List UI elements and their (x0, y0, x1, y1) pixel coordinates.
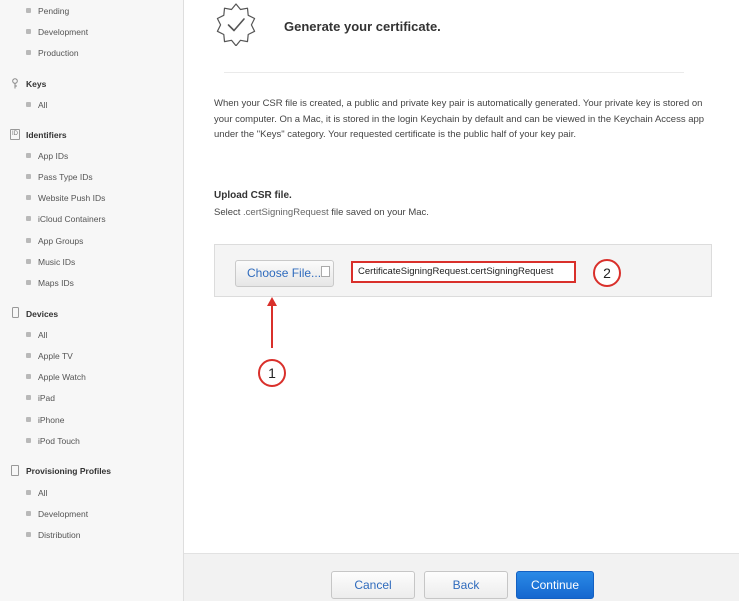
sidebar-item-website-push-ids[interactable]: Website Push IDs (25, 191, 105, 205)
sidebar-item-icloud-containers[interactable]: iCloud Containers (26, 212, 106, 226)
sidebar-item-ipod-touch[interactable]: iPod Touch (26, 434, 80, 448)
upload-instructions-prefix: Select (214, 207, 244, 218)
sidebar-item-maps-ids[interactable]: Maps IDs (26, 276, 74, 290)
intro-text: When your CSR file is created, a public … (214, 98, 705, 140)
divider (224, 72, 684, 73)
footer-bar: Cancel Back Continue (184, 553, 739, 601)
back-button[interactable]: Back (424, 571, 508, 599)
id-card-icon: ID (10, 129, 20, 140)
sidebar-section-provisioning-profiles[interactable]: Provisioning Profiles (26, 464, 111, 478)
step-2-annotation: 2 (593, 259, 621, 287)
sidebar-item-keys-all[interactable]: All (25, 98, 47, 112)
sidebar-item-music-ids[interactable]: Music IDs (25, 255, 75, 269)
sidebar-item-apple-watch[interactable]: Apple Watch (26, 370, 86, 384)
upload-section-title: Upload CSR file. (214, 190, 292, 201)
selected-filename: CertificateSigningRequest.certSigningReq… (351, 261, 576, 283)
key-icon (10, 78, 20, 89)
sidebar-item-iphone[interactable]: iPhone (25, 413, 64, 427)
file-extension-text: .certSigningRequest (243, 207, 329, 218)
sidebar-item-pass-type-ids[interactable]: Pass Type IDs (26, 170, 93, 184)
cancel-button[interactable]: Cancel (331, 571, 415, 599)
page-title: Generate your certificate. (284, 19, 441, 34)
sidebar-section-keys[interactable]: Keys (26, 77, 46, 91)
sidebar-section-identifiers[interactable]: Identifiers (26, 128, 67, 142)
upload-instructions-suffix: file saved on your Mac. (328, 207, 429, 218)
sidebar-item-certificates-pending[interactable]: Pending (25, 4, 69, 18)
document-icon (11, 465, 19, 476)
upload-instructions: Select .certSigningRequest file saved on… (214, 207, 429, 218)
sidebar-item-devices-all[interactable]: All (25, 328, 47, 342)
device-icon (12, 307, 19, 318)
sidebar-item-apple-tv[interactable]: Apple TV (26, 349, 73, 363)
certificate-badge-icon (214, 2, 258, 51)
sidebar-section-devices[interactable]: Devices (26, 307, 58, 321)
continue-button[interactable]: Continue (516, 571, 594, 599)
sidebar-item-profiles-all[interactable]: All (25, 486, 47, 500)
step-1-annotation: 1 (258, 359, 286, 387)
sidebar-item-certificates-development[interactable]: Development (25, 25, 88, 39)
sidebar: Pending Development Production Keys All … (0, 0, 184, 601)
sidebar-item-profiles-development[interactable]: Development (25, 507, 88, 521)
annotation-arrow (271, 304, 273, 348)
sidebar-item-profiles-distribution[interactable]: Distribution (26, 528, 81, 542)
sidebar-item-certificates-production[interactable]: Production (26, 46, 79, 60)
file-icon (321, 266, 330, 277)
main-content: Generate your certificate. When your CSR… (184, 0, 739, 601)
file-upload-area: Choose File... CertificateSigningRequest… (214, 244, 712, 297)
sidebar-item-app-ids[interactable]: App IDs (25, 149, 68, 163)
sidebar-item-ipad[interactable]: iPad (25, 391, 55, 405)
choose-file-label: Choose File... (247, 266, 322, 280)
sidebar-item-app-groups[interactable]: App Groups (25, 234, 83, 248)
choose-file-button[interactable]: Choose File... (235, 260, 334, 287)
